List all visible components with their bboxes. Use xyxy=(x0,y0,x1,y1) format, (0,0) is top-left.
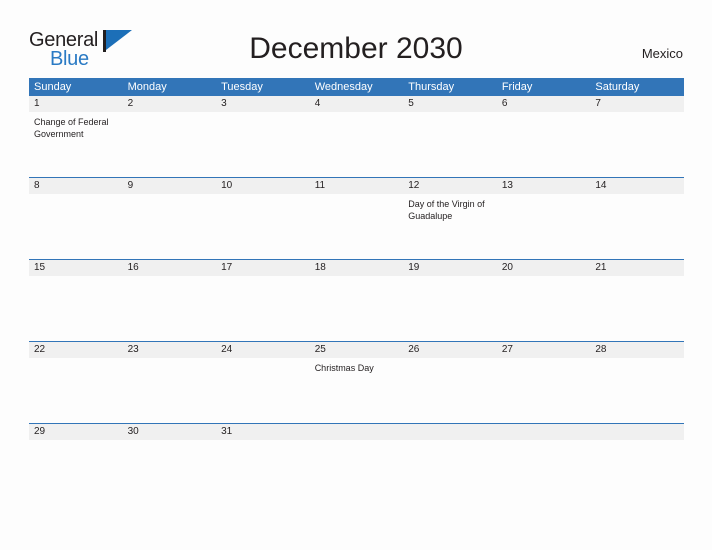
day-number[interactable]: 12 xyxy=(403,178,497,194)
calendar-week-row: 8 9 10 11 12 13 14 Day of the Virgin of … xyxy=(29,177,684,259)
day-event xyxy=(403,276,497,341)
day-number[interactable]: 11 xyxy=(310,178,404,194)
weekday-header-friday: Friday xyxy=(501,81,533,93)
day-number[interactable]: 3 xyxy=(216,96,310,112)
day-number[interactable]: 16 xyxy=(123,260,217,276)
day-event xyxy=(123,358,217,423)
day-event xyxy=(590,440,684,462)
day-number[interactable]: 18 xyxy=(310,260,404,276)
day-event: Day of the Virgin of Guadalupe xyxy=(408,199,485,221)
day-event xyxy=(403,440,497,462)
day-event xyxy=(123,276,217,341)
day-event xyxy=(216,194,310,259)
day-event xyxy=(123,440,217,462)
day-number[interactable]: 10 xyxy=(216,178,310,194)
day-number[interactable]: 24 xyxy=(216,342,310,358)
day-event xyxy=(497,112,591,177)
day-number[interactable]: 13 xyxy=(497,178,591,194)
weekday-header-saturday: Saturday xyxy=(595,81,640,93)
week-date-number-band: 15 16 17 18 19 20 21 xyxy=(29,260,684,276)
day-event xyxy=(310,194,404,259)
day-event xyxy=(590,358,684,423)
day-number[interactable]: 22 xyxy=(29,342,123,358)
week-event-band: Christmas Day xyxy=(29,358,684,423)
weekday-header-tuesday: Tuesday xyxy=(221,81,263,93)
calendar-grid: Sunday Monday Tuesday Wednesday Thursday… xyxy=(29,78,684,462)
week-event-band xyxy=(29,440,684,462)
day-number[interactable]: 1 xyxy=(29,96,123,112)
day-number[interactable]: 28 xyxy=(590,342,684,358)
day-event xyxy=(310,440,404,462)
day-number[interactable]: 25 xyxy=(310,342,404,358)
day-number[interactable]: 8 xyxy=(29,178,123,194)
week-event-band xyxy=(29,276,684,341)
day-event xyxy=(497,276,591,341)
day-number[interactable]: 4 xyxy=(310,96,404,112)
day-event xyxy=(403,112,497,177)
weekday-header-thursday: Thursday xyxy=(408,81,455,93)
day-event xyxy=(123,194,217,259)
day-number[interactable]: 29 xyxy=(29,424,123,440)
day-event xyxy=(216,112,310,177)
day-event xyxy=(590,276,684,341)
weekday-header-monday: Monday xyxy=(127,81,167,93)
country-label: Mexico xyxy=(641,46,683,61)
day-event xyxy=(29,358,123,423)
day-event xyxy=(216,440,310,462)
day-number[interactable]: 5 xyxy=(403,96,497,112)
day-number[interactable]: 2 xyxy=(123,96,217,112)
day-event xyxy=(123,112,217,177)
calendar-week-row: 1 2 3 4 5 6 7 Change of Federal Governme… xyxy=(29,96,684,177)
page-title: December 2030 xyxy=(249,32,463,65)
day-number[interactable]: 31 xyxy=(216,424,310,440)
weekday-header-row: Sunday Monday Tuesday Wednesday Thursday… xyxy=(29,78,684,96)
day-event xyxy=(29,440,123,462)
day-number[interactable]: 17 xyxy=(216,260,310,276)
day-event: Christmas Day xyxy=(314,363,374,373)
day-number[interactable]: 26 xyxy=(403,342,497,358)
day-event: Change of Federal Government xyxy=(34,117,109,139)
day-number-empty xyxy=(310,424,404,440)
day-number[interactable]: 20 xyxy=(497,260,591,276)
day-number[interactable]: 30 xyxy=(123,424,217,440)
day-number[interactable]: 27 xyxy=(497,342,591,358)
day-event xyxy=(590,194,684,259)
week-event-band: Day of the Virgin of Guadalupe xyxy=(29,194,684,259)
calendar-week-row: 29 30 31 xyxy=(29,423,684,462)
calendar-week-row: 15 16 17 18 19 20 21 xyxy=(29,259,684,341)
day-number[interactable]: 9 xyxy=(123,178,217,194)
day-number[interactable]: 15 xyxy=(29,260,123,276)
day-number[interactable]: 6 xyxy=(497,96,591,112)
week-event-band: Change of Federal Government xyxy=(29,112,684,177)
page-header: General Blue December 2030 Mexico xyxy=(0,0,712,78)
week-date-number-band: 8 9 10 11 12 13 14 xyxy=(29,178,684,194)
weekday-header-wednesday: Wednesday xyxy=(314,81,373,93)
day-event xyxy=(310,276,404,341)
day-event xyxy=(497,194,591,259)
day-number[interactable]: 23 xyxy=(123,342,217,358)
day-event xyxy=(497,440,591,462)
day-event xyxy=(216,358,310,423)
day-event xyxy=(590,112,684,177)
calendar-week-row: 22 23 24 25 26 27 28 Christmas Day xyxy=(29,341,684,423)
day-event xyxy=(310,112,404,177)
weekday-header-sunday: Sunday xyxy=(34,81,72,93)
day-number-empty xyxy=(497,424,591,440)
day-number[interactable]: 7 xyxy=(590,96,684,112)
week-date-number-band: 22 23 24 25 26 27 28 xyxy=(29,342,684,358)
calendar-page: General Blue December 2030 Mexico Sunday… xyxy=(0,0,712,550)
day-number[interactable]: 21 xyxy=(590,260,684,276)
day-event xyxy=(403,358,497,423)
day-event xyxy=(216,276,310,341)
day-number[interactable]: 19 xyxy=(403,260,497,276)
day-number-empty xyxy=(403,424,497,440)
week-date-number-band: 1 2 3 4 5 6 7 xyxy=(29,96,684,112)
day-event xyxy=(29,194,123,259)
day-event xyxy=(29,276,123,341)
day-number-empty xyxy=(590,424,684,440)
day-number[interactable]: 14 xyxy=(590,178,684,194)
week-date-number-band: 29 30 31 xyxy=(29,424,684,440)
day-event xyxy=(497,358,591,423)
